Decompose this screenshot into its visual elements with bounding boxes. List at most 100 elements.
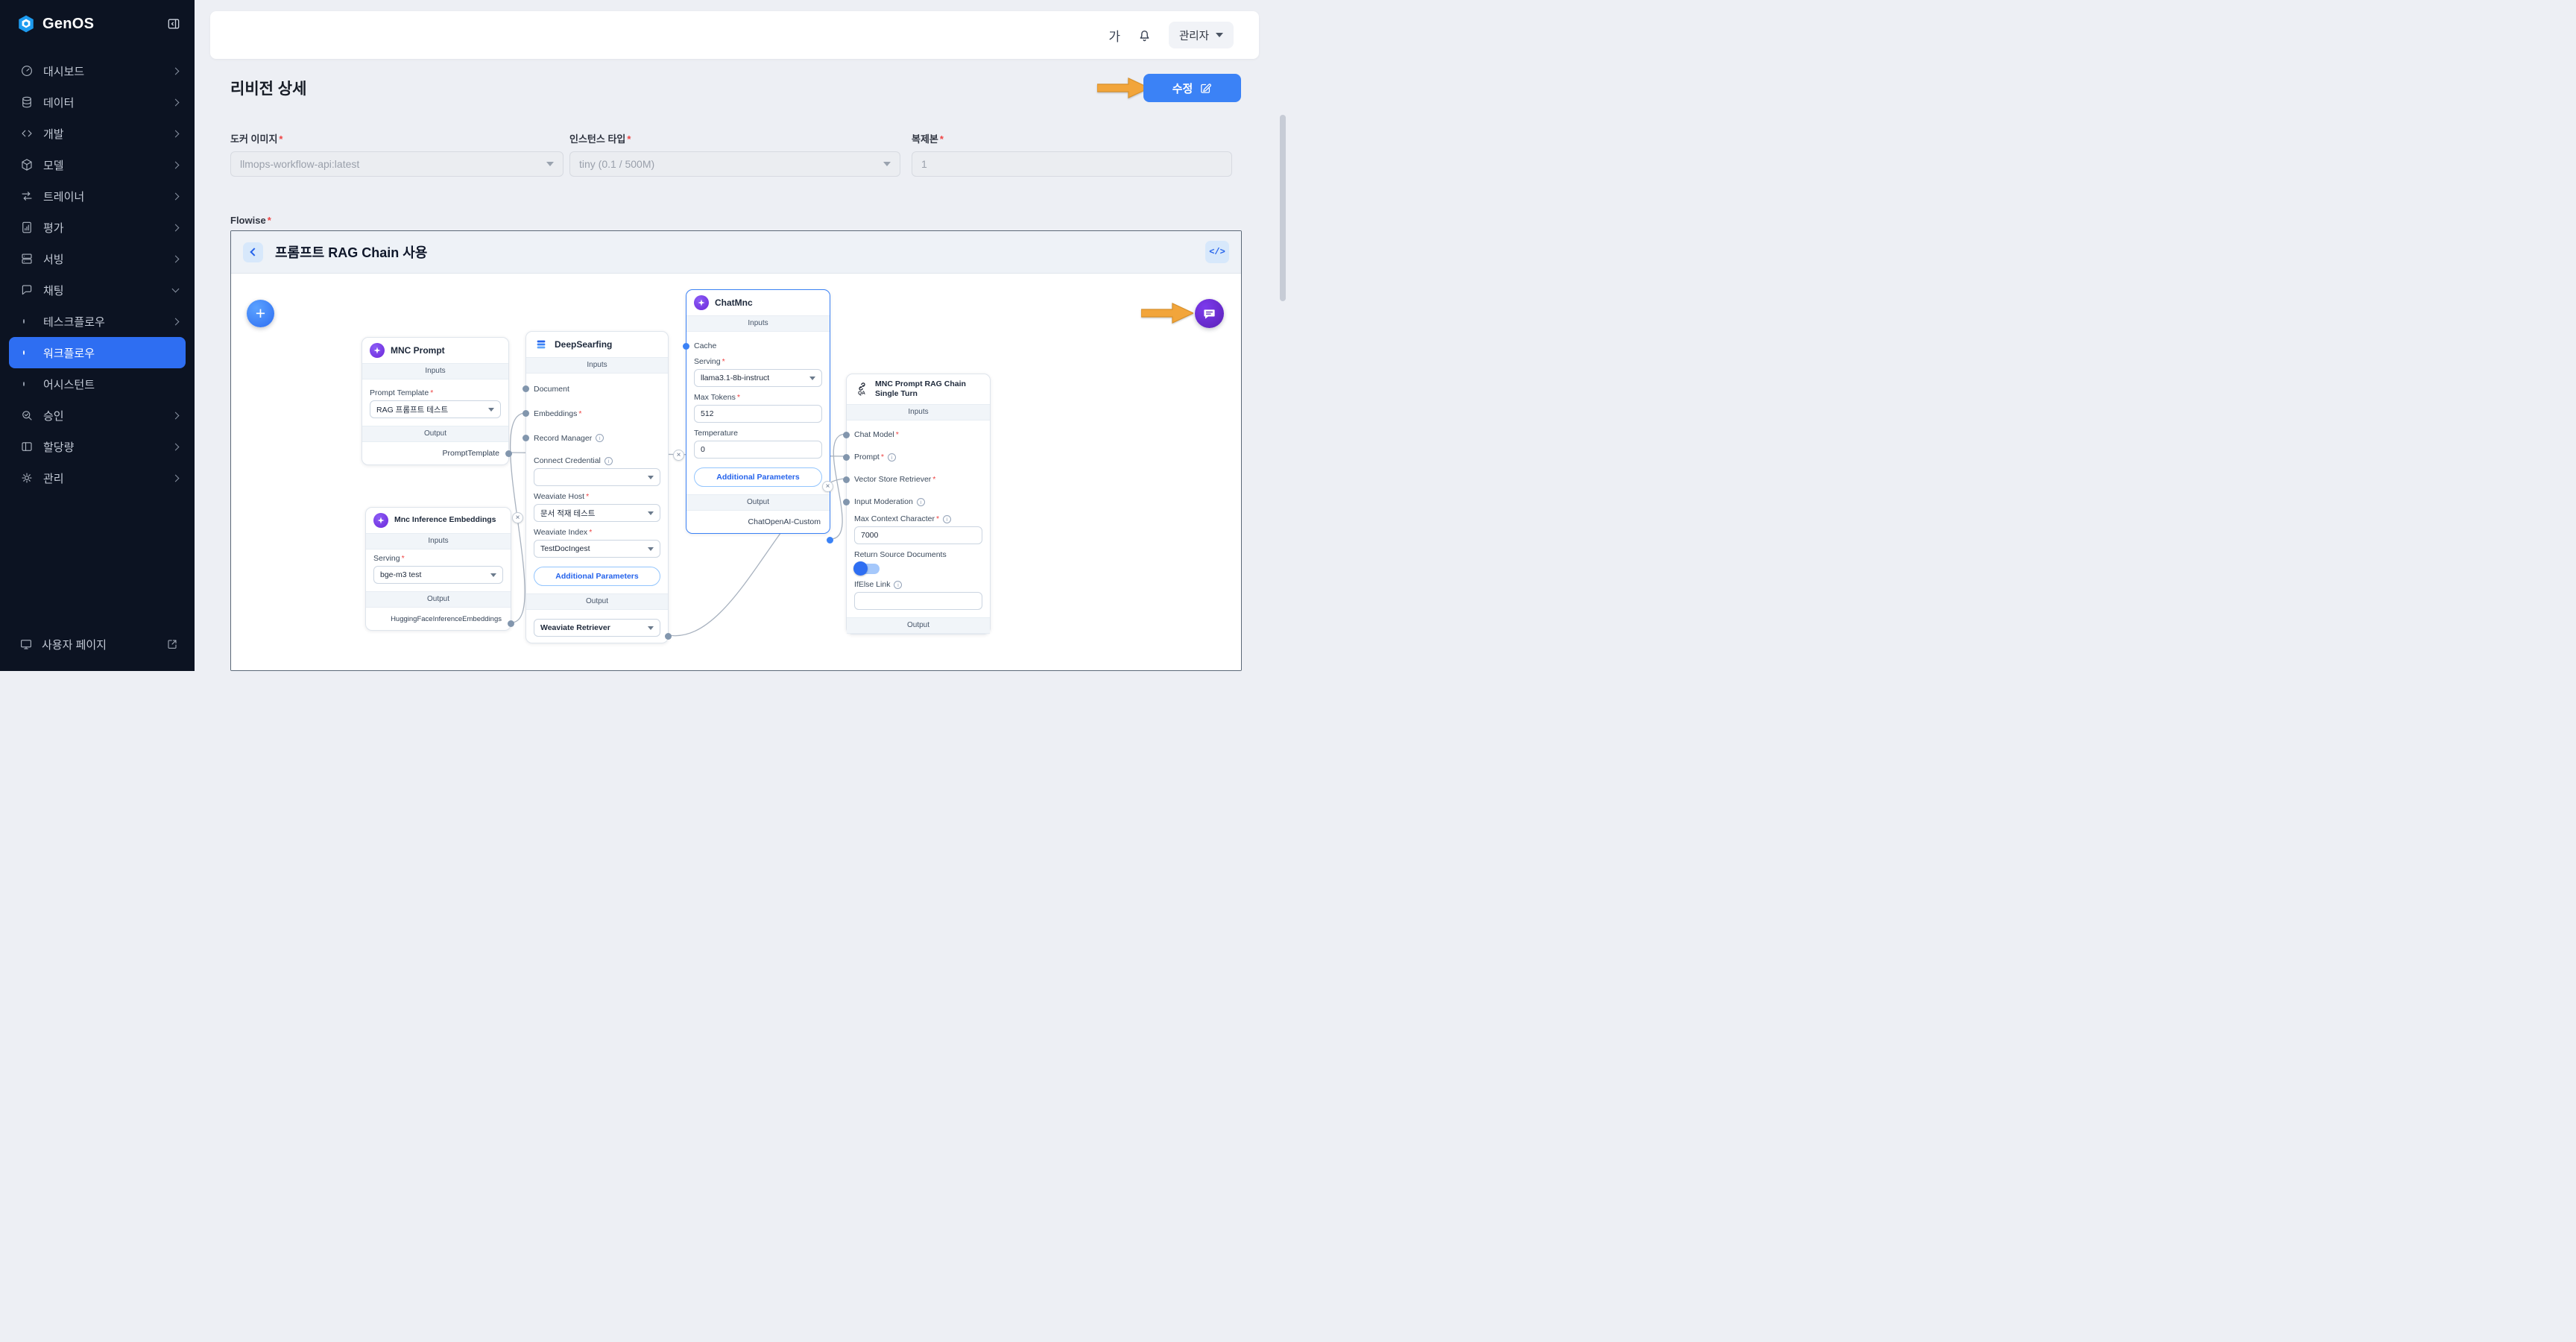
chat-bubble-icon (19, 283, 34, 297)
prompt-port[interactable] (843, 454, 850, 461)
temperature-input[interactable]: 0 (694, 441, 822, 459)
serving-select[interactable]: llama3.1-8b-instruct (694, 369, 822, 387)
notification-bell-icon[interactable] (1137, 28, 1152, 43)
node-mnc-inference-embeddings[interactable]: Mnc Inference Embeddings Inputs Serving*… (365, 507, 511, 631)
input-moderation-port[interactable] (843, 499, 850, 505)
font-size-toggle[interactable]: 가 (1108, 26, 1120, 45)
user-menu[interactable]: 관리자 (1169, 22, 1234, 48)
sidebar-item-workflow[interactable]: 워크플로우 (9, 337, 186, 368)
add-node-button[interactable]: + (247, 300, 274, 327)
genos-logo-icon (16, 14, 36, 34)
sidebar-item-taskflow[interactable]: 테스크플로우 (9, 306, 186, 337)
return-source-toggle[interactable] (854, 564, 880, 574)
code-icon (19, 127, 34, 140)
delete-edge-icon[interactable]: × (822, 481, 833, 492)
output-port[interactable] (505, 450, 512, 457)
edit-button[interactable]: 수정 (1143, 74, 1241, 102)
sidebar-collapse-icon[interactable] (166, 16, 181, 31)
annotation-arrow-edit (1097, 78, 1149, 98)
output-port[interactable] (827, 537, 833, 544)
sidebar-item-admin[interactable]: 관리 (9, 462, 186, 494)
info-icon: i (888, 453, 896, 461)
prompt-template-select[interactable]: RAG 프롬프트 테스트 (370, 400, 501, 418)
info-icon: i (604, 457, 613, 465)
info-icon: i (917, 498, 925, 506)
page-title: 리비전 상세 (230, 77, 306, 99)
replica-input[interactable]: 1 (912, 151, 1232, 177)
weaviate-index-select[interactable]: TestDocIngest (534, 540, 660, 558)
search-check-icon (19, 409, 34, 422)
output-port[interactable] (508, 620, 514, 627)
sparkle-icon (370, 343, 385, 358)
layout-icon (19, 440, 34, 453)
weaviate-host-select[interactable]: 문서 적재 테스트 (534, 504, 660, 522)
chevron-left-icon (250, 248, 258, 256)
vector-store-port[interactable] (843, 476, 850, 483)
sidebar-item-model[interactable]: 모델 (9, 149, 186, 180)
sidebar-item-assistant[interactable]: 어시스턴트 (9, 368, 186, 400)
flow-canvas[interactable]: + MNC Prompt Inputs Prompt Template* RAG… (231, 274, 1241, 670)
node-rag-chain[interactable]: QA MNC Prompt RAG Chain Single Turn Inpu… (846, 374, 991, 634)
layers-icon (534, 337, 549, 352)
flowise-label: Flowise* (230, 215, 271, 226)
flow-title: 프롬프트 RAG Chain 사용 (275, 242, 427, 262)
node-chatmnc[interactable]: ChatMnc Inputs Cache Serving* llama3.1-8… (686, 289, 830, 534)
sidebar-item-approval[interactable]: 승인 (9, 400, 186, 431)
sidebar-item-trainer[interactable]: 트레이너 (9, 180, 186, 212)
chevron-down-icon (648, 547, 654, 551)
delete-edge-icon[interactable]: × (512, 512, 523, 523)
record-manager-port[interactable] (523, 435, 529, 441)
output-port[interactable] (665, 633, 672, 640)
sidebar-item-chat[interactable]: 채팅 (9, 274, 186, 306)
code-view-button[interactable]: </> (1205, 241, 1229, 263)
chevron-down-icon (648, 626, 654, 630)
sparkle-icon (694, 295, 709, 310)
delete-edge-icon[interactable]: × (673, 450, 684, 461)
server-icon (19, 252, 34, 265)
chat-preview-button[interactable] (1195, 299, 1224, 328)
genos-logo: GenOS (16, 14, 94, 34)
sparkle-icon (373, 513, 388, 528)
dashboard-icon (19, 64, 34, 78)
inputs-band: Inputs (366, 533, 511, 549)
scrollbar-thumb[interactable] (1280, 115, 1286, 301)
sidebar-footer-user-page[interactable]: 사용자 페이지 (9, 628, 186, 661)
chevron-down-icon (648, 476, 654, 479)
monitor-icon (19, 637, 33, 651)
max-tokens-input[interactable]: 512 (694, 405, 822, 423)
sidebar-item-dev[interactable]: 개발 (9, 118, 186, 149)
node-mnc-prompt[interactable]: MNC Prompt Inputs Prompt Template* RAG 프… (362, 337, 509, 465)
embeddings-port[interactable] (523, 410, 529, 417)
instance-type-select[interactable]: tiny (0.1 / 500M) (569, 151, 900, 177)
info-icon: i (596, 434, 604, 442)
sidebar-item-serving[interactable]: 서빙 (9, 243, 186, 274)
document-port[interactable] (523, 385, 529, 392)
inputs-band: Inputs (686, 315, 830, 332)
output-band: Output (362, 426, 508, 442)
chat-model-port[interactable] (843, 432, 850, 438)
additional-parameters-button[interactable]: Additional Parameters (694, 467, 822, 487)
serving-select[interactable]: bge-m3 test (373, 566, 503, 584)
external-link-icon (166, 638, 178, 650)
output-band: Output (526, 593, 668, 610)
back-button[interactable] (243, 242, 263, 262)
chevron-down-icon (809, 377, 815, 380)
ifelse-link-input[interactable] (854, 592, 982, 610)
sidebar-item-quota[interactable]: 할당량 (9, 431, 186, 462)
node-deepsearfing[interactable]: DeepSearfing Inputs Document Embeddings*… (525, 331, 669, 643)
max-context-input[interactable]: 7000 (854, 526, 982, 544)
sidebar-item-data[interactable]: 데이터 (9, 86, 186, 118)
inputs-band: Inputs (847, 404, 990, 420)
output-select[interactable]: Weaviate Retriever (534, 619, 660, 637)
sidebar-item-dashboard[interactable]: 대시보드 (9, 55, 186, 86)
flow-canvas-card: 프롬프트 RAG Chain 사용 </> + MNC Prompt Input… (230, 230, 1242, 671)
connect-credential-select[interactable] (534, 468, 660, 486)
chevron-down-icon (488, 408, 494, 412)
sidebar-item-evaluation[interactable]: 평가 (9, 212, 186, 243)
docker-image-select[interactable]: llmops-workflow-api:latest (230, 151, 564, 177)
cache-port[interactable] (683, 343, 689, 350)
chevron-down-icon (490, 573, 496, 577)
topbar: 가 관리자 (210, 11, 1259, 59)
output-band: Output (847, 617, 990, 634)
additional-parameters-button[interactable]: Additional Parameters (534, 567, 660, 586)
